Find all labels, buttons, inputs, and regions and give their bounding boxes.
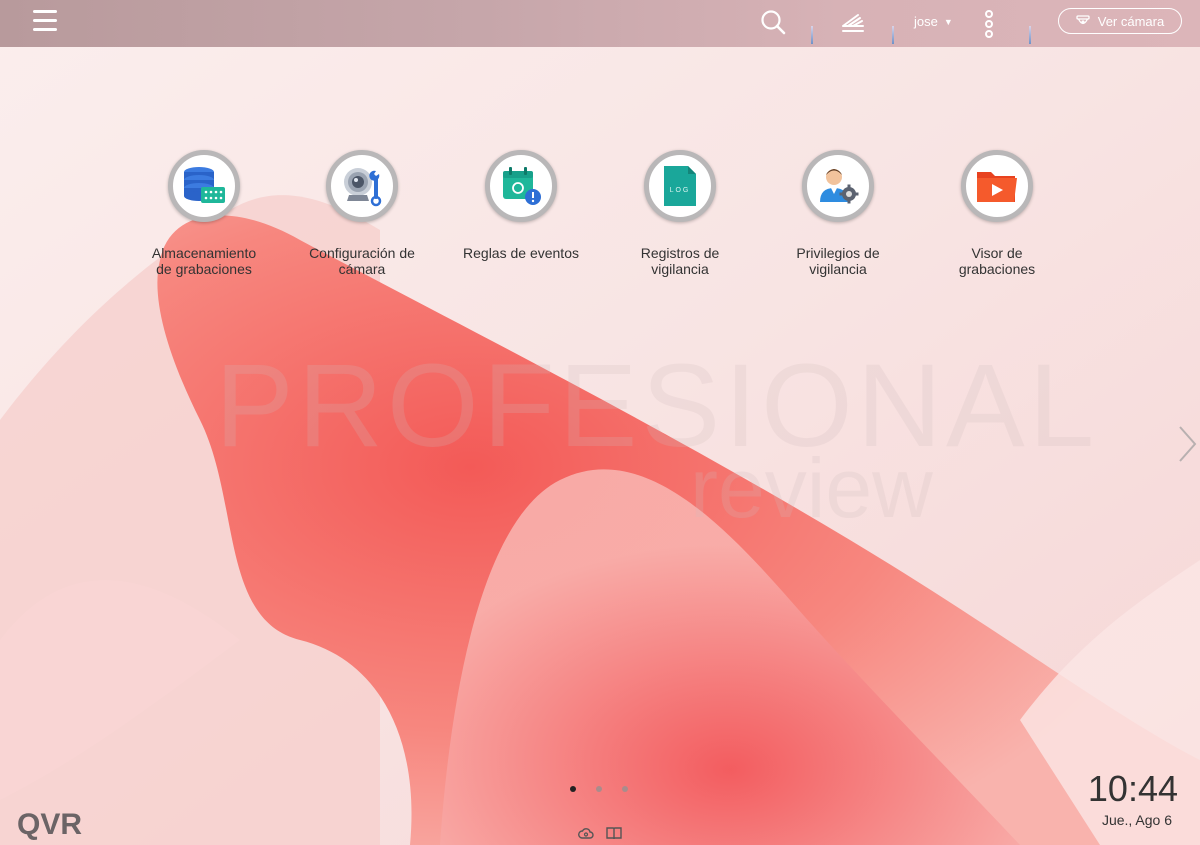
page-dot[interactable] [596, 786, 602, 792]
hamburger-line [33, 19, 57, 22]
qvr-logo: QVR [17, 808, 83, 841]
app-label: Almacenamiento [151, 245, 257, 261]
hamburger-icon [33, 10, 57, 13]
app-label: cámara [338, 261, 386, 277]
search-icon[interactable] [760, 9, 786, 35]
page-indicator [570, 786, 628, 792]
app-label: grabaciones [958, 261, 1036, 277]
app-label: vigilancia [651, 261, 709, 277]
top-bar: jose ▼ Ver cámara [0, 0, 1200, 47]
app-label: de grabaciones [156, 261, 252, 277]
app-recording-storage[interactable]: Almacenamiento de grabaciones [124, 150, 284, 277]
camera-dome-icon [1076, 14, 1090, 24]
app-surveillance-privileges[interactable]: Privilegios de vigilancia [758, 150, 918, 277]
app-event-rules[interactable]: Reglas de eventos [441, 150, 601, 261]
username: jose [914, 14, 938, 29]
app-surveillance-logs[interactable]: LOG Registros de vigilancia [600, 150, 760, 277]
clock-time: 10:44 [1087, 768, 1178, 809]
app-recording-viewer[interactable]: Visor de grabaciones [917, 150, 1077, 277]
app-label: Configuración de [309, 245, 415, 261]
dot [985, 30, 993, 38]
main-menu-button[interactable] [33, 10, 59, 36]
view-camera-label: Ver cámara [1097, 13, 1165, 29]
more-options-button[interactable] [985, 10, 995, 38]
watermark-subtext: review [690, 441, 933, 535]
view-camera-button[interactable]: Ver cámara [1058, 8, 1182, 34]
cloud-icon[interactable] [578, 826, 594, 840]
book-icon[interactable] [606, 826, 622, 840]
watermark-text: PROFESIONAL [215, 340, 1099, 472]
app-label: Privilegios de [796, 245, 880, 261]
log-file-icon: LOG [664, 166, 696, 206]
stacked-layers-icon[interactable] [840, 11, 866, 35]
hamburger-line [33, 28, 57, 31]
camera-settings-icon [344, 168, 382, 207]
user-gear-icon [820, 169, 859, 204]
app-label: Reglas de eventos [463, 245, 579, 261]
divider [1029, 26, 1031, 44]
more-vertical-icon [985, 10, 993, 18]
event-calendar-icon [503, 167, 541, 205]
divider [892, 26, 894, 44]
storage-database-icon [184, 167, 225, 203]
app-camera-settings[interactable]: Configuración de cámara [282, 150, 442, 277]
video-folder-icon [977, 172, 1017, 202]
divider [811, 26, 813, 44]
next-page-chevron-icon[interactable] [1176, 424, 1198, 464]
clock-date: Jue., Ago 6 [1101, 812, 1172, 828]
app-label: Visor de [971, 245, 1023, 261]
caret-down-icon: ▼ [943, 17, 953, 27]
svg-text:LOG: LOG [670, 187, 691, 194]
user-menu[interactable]: jose ▼ [914, 14, 953, 29]
app-label: Registros de [640, 245, 720, 261]
page-dot[interactable] [622, 786, 628, 792]
bottom-shortcuts [578, 826, 622, 840]
page-dot[interactable] [570, 786, 576, 792]
app-label: vigilancia [809, 261, 867, 277]
dot [985, 20, 993, 28]
